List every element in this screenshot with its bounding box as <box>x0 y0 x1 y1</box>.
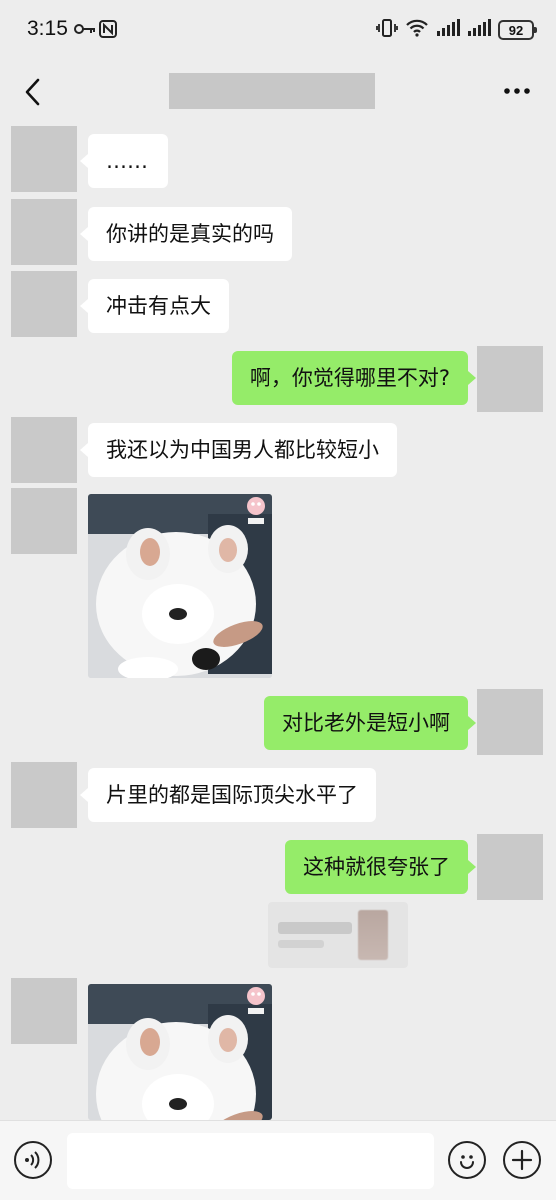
white-puppy-sticker[interactable] <box>88 984 272 1120</box>
message-bubble-outgoing[interactable]: 对比老外是短小啊 <box>264 696 476 750</box>
status-bar: 3:15 92 <box>0 0 556 62</box>
message-bubble-incoming[interactable]: 你讲的是真实的吗 <box>80 207 292 261</box>
avatar[interactable] <box>477 834 543 900</box>
avatar[interactable] <box>11 126 77 192</box>
avatar[interactable] <box>11 978 77 1044</box>
signal-icon <box>467 19 491 41</box>
message-bubble-incoming[interactable]: 我还以为中国男人都比较短小 <box>80 423 397 477</box>
more-button[interactable] <box>500 76 534 106</box>
message-bubble-outgoing[interactable]: 这种就很夸张了 <box>285 840 476 894</box>
quote-text-blur <box>278 940 324 948</box>
voice-button[interactable] <box>14 1141 52 1179</box>
avatar[interactable] <box>11 271 77 337</box>
avatar[interactable] <box>11 199 77 265</box>
more-dots-icon <box>504 88 530 94</box>
plus-icon <box>511 1149 533 1171</box>
avatar[interactable] <box>11 417 77 483</box>
plus-button[interactable] <box>503 1141 541 1179</box>
nfc-icon <box>99 20 117 42</box>
signal-icon <box>436 19 460 41</box>
status-time: 3:15 <box>27 17 68 40</box>
message-input[interactable] <box>67 1133 434 1189</box>
message-bubble-incoming[interactable]: …… <box>80 134 168 188</box>
back-button[interactable] <box>14 74 50 110</box>
emoji-button[interactable] <box>448 1141 486 1179</box>
vibrate-icon <box>376 18 398 42</box>
chat-message-list[interactable]: …… 你讲的是真实的吗 冲击有点大 啊，你觉得哪里不对? 我还以为中国男人都比较… <box>0 124 556 1120</box>
voice-icon <box>25 1151 40 1169</box>
input-bar <box>0 1120 556 1200</box>
chat-title <box>169 73 375 109</box>
message-bubble-incoming[interactable]: 冲击有点大 <box>80 279 229 333</box>
white-puppy-sticker[interactable] <box>88 494 272 678</box>
blurred-quote-card[interactable] <box>268 902 408 968</box>
emoji-icon <box>460 1155 474 1169</box>
chevron-left-icon <box>25 78 40 106</box>
message-bubble-incoming[interactable]: 片里的都是国际顶尖水平了 <box>80 768 376 822</box>
avatar[interactable] <box>11 762 77 828</box>
avatar[interactable] <box>477 689 543 755</box>
battery-icon: 92 <box>498 20 537 40</box>
key-icon <box>74 21 96 40</box>
message-bubble-outgoing[interactable]: 啊，你觉得哪里不对? <box>231 351 477 405</box>
quote-thumbnail <box>358 910 388 960</box>
wifi-icon <box>405 18 429 42</box>
chat-header <box>0 62 556 124</box>
avatar[interactable] <box>11 488 77 554</box>
avatar[interactable] <box>477 346 543 412</box>
quote-text-blur <box>278 922 352 934</box>
battery-level: 92 <box>508 22 524 38</box>
